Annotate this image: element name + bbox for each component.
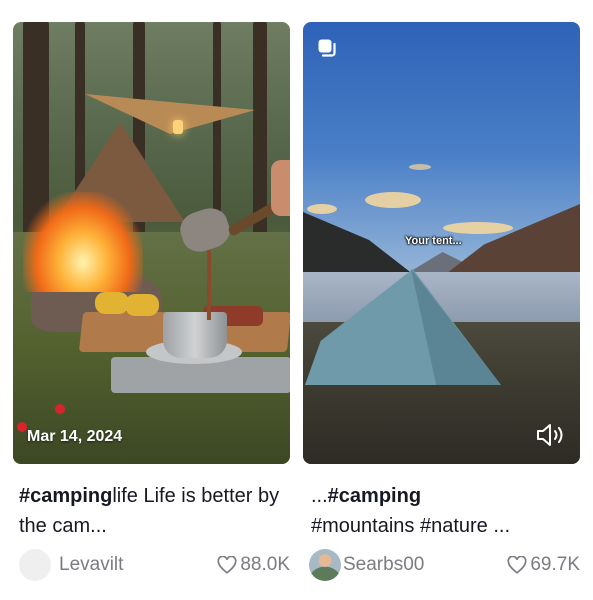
coffee-pour (207, 250, 211, 320)
lantern (173, 120, 183, 134)
card-meta: Levavilt 88.0K (19, 548, 290, 582)
flower (17, 422, 27, 432)
heart-icon (217, 556, 237, 574)
video-caption[interactable]: #campinglife Life is better by the cam..… (19, 481, 289, 541)
cup (163, 312, 227, 358)
sound-icon[interactable] (535, 422, 565, 448)
like-count-value: 88.0K (240, 554, 290, 575)
author-name[interactable]: Levavilt (59, 554, 217, 576)
hashtag-camping[interactable]: #camping (328, 485, 421, 507)
hand (271, 160, 290, 216)
post-date: Mar 14, 2024 (27, 428, 123, 445)
cloud (443, 222, 513, 234)
flower (55, 404, 65, 414)
card-meta: Searbs00 69.7K (309, 548, 580, 582)
cloud (409, 164, 431, 170)
multi-photo-icon (318, 39, 336, 57)
cloud (307, 204, 337, 214)
corn (125, 294, 159, 316)
avatar[interactable] (19, 549, 51, 581)
hashtag-camping[interactable]: #camping (19, 485, 112, 507)
avatar[interactable] (309, 549, 341, 581)
like-count[interactable]: 69.7K (507, 554, 580, 576)
video-thumbnail[interactable]: Mar 14, 2024 (13, 22, 290, 464)
like-count-value: 69.7K (530, 554, 580, 575)
campfire (23, 192, 143, 292)
author-name[interactable]: Searbs00 (343, 554, 507, 576)
caption-text: #mountains #nature ... (311, 515, 511, 537)
video-thumbnail[interactable]: Your tent... (303, 22, 580, 464)
corn (95, 292, 129, 314)
like-count[interactable]: 88.0K (217, 554, 290, 576)
video-caption[interactable]: ...#camping #mountains #nature ... (311, 481, 581, 541)
overlay-text: Your tent... (405, 235, 462, 247)
cloud (365, 192, 421, 208)
caption-prefix: ... (311, 485, 328, 507)
heart-icon (507, 556, 527, 574)
